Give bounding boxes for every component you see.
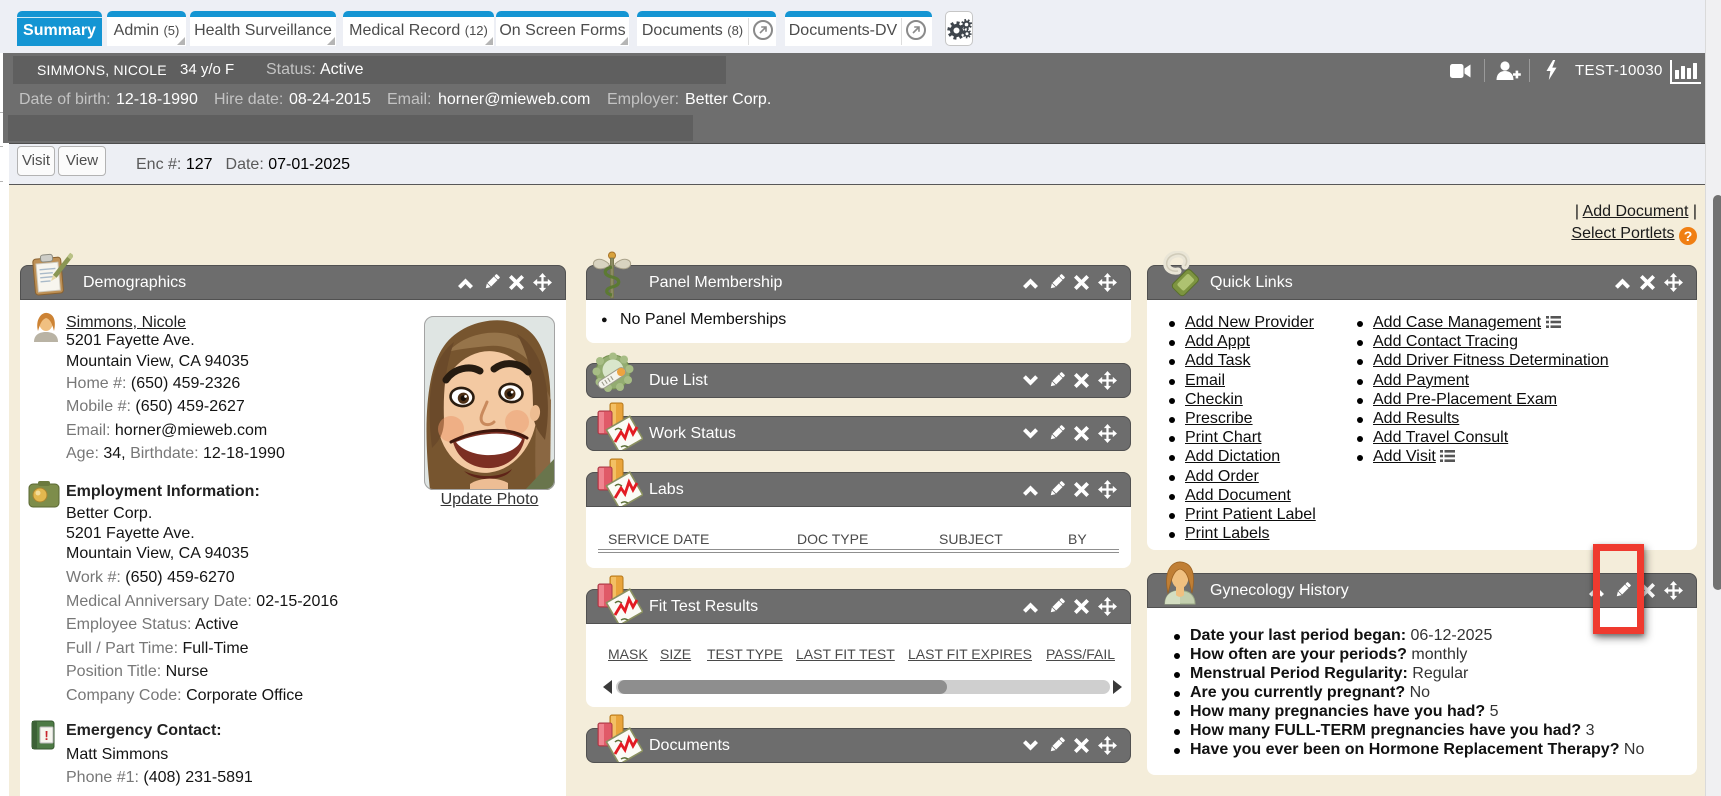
svg-text:!: ! bbox=[44, 728, 48, 743]
